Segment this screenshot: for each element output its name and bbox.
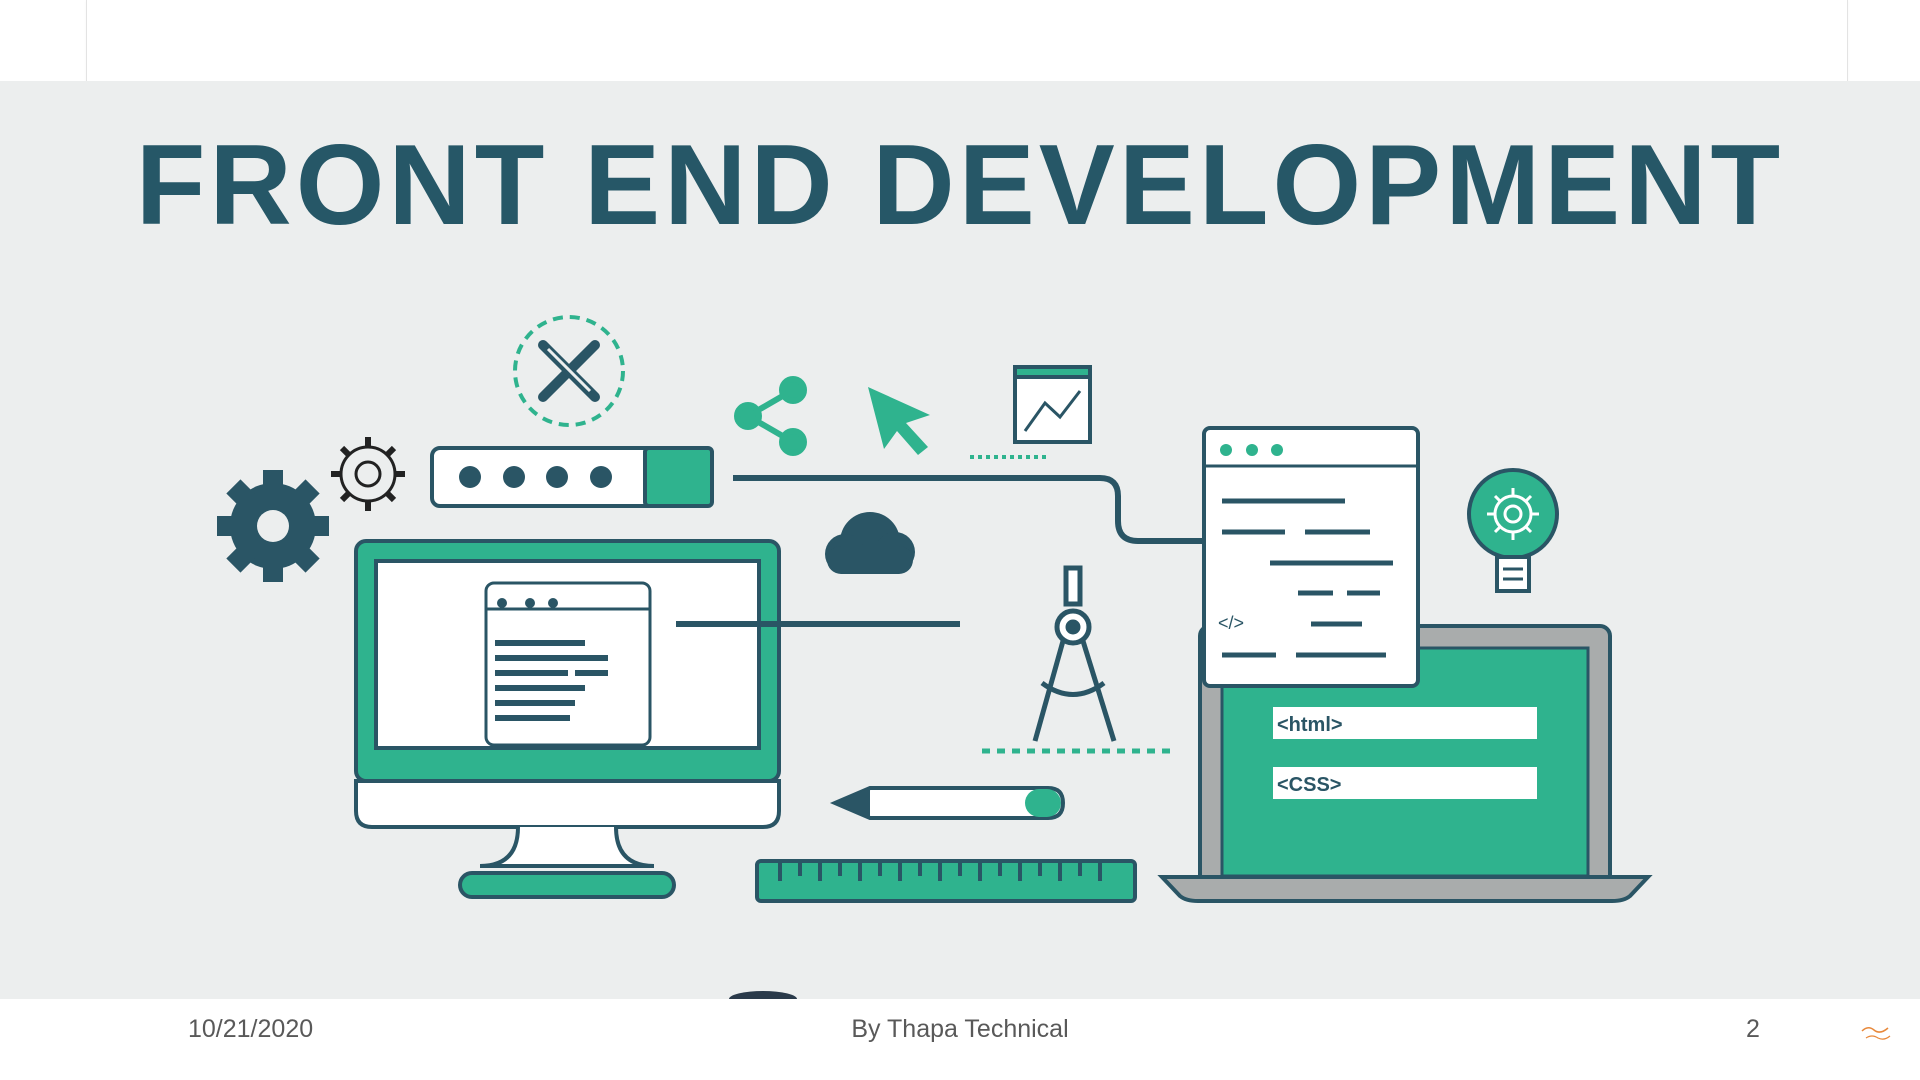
bottom-partial-shape [729,991,797,999]
cloud-icon [825,512,915,574]
pen-icon [829,786,1066,820]
top-strip [0,0,1920,81]
connector-line [733,475,1205,544]
design-tools-icon [513,315,625,427]
slide-footer: 10/21/2020 By Thapa Technical 2 [0,999,1920,1080]
share-icon [734,376,807,456]
large-gear-icon [217,470,329,582]
compass-icon [982,565,1170,754]
code-tag-label: </> [1218,613,1244,633]
ruler-icon [755,859,1137,903]
chart-window-icon [970,365,1092,459]
code-window-icon: </> [1202,426,1420,688]
password-field-icon [430,446,714,508]
page-number: 2 [1746,1015,1760,1043]
front-end-illustration: <html> <CSS> </> [217,315,1653,999]
cursor-icon [868,387,930,455]
footer-text: By Thapa Technical [851,1015,1069,1043]
small-gear-icon [331,437,405,511]
html-field-label: <html> [1277,714,1343,736]
css-field-label: <CSS> [1277,774,1341,796]
logo-icon [1861,1027,1891,1040]
previous-slide-bottom [86,0,1848,81]
monitor-icon [354,539,960,899]
lightbulb-gear-icon [1467,468,1559,593]
slide-image: FRONT END DEVELOPMENT <html> <CSS> </> [0,81,1920,999]
